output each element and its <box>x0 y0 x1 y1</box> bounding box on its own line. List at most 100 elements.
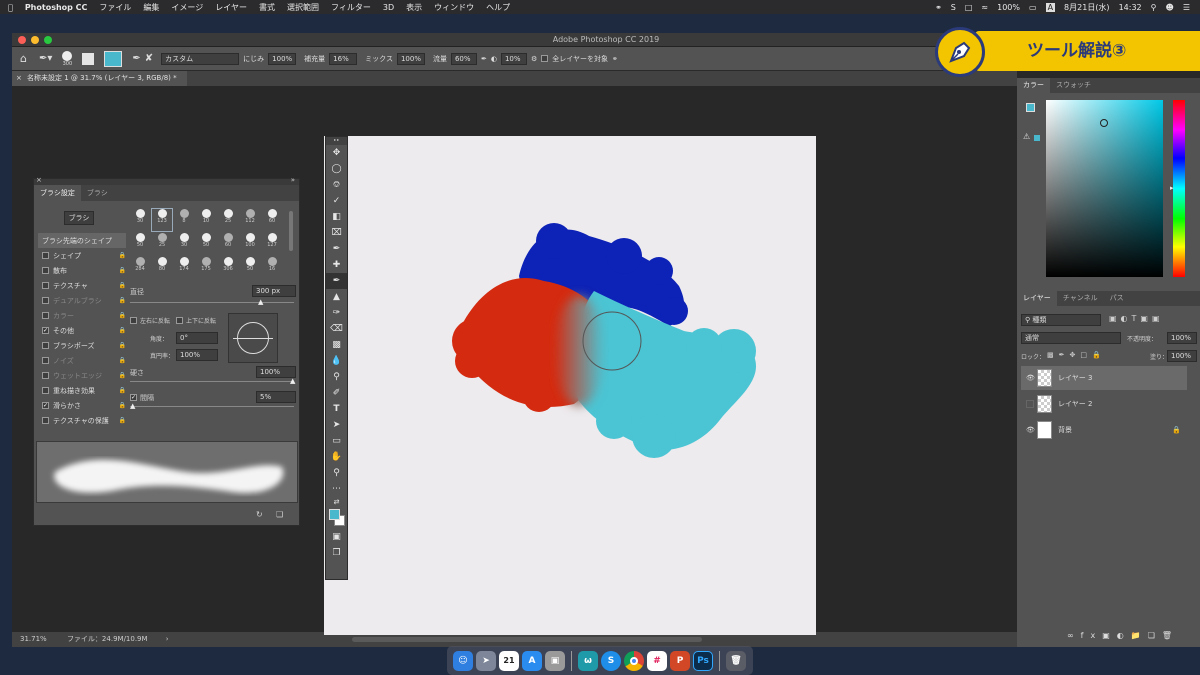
mixer-brush-tool-icon[interactable]: ✒ <box>326 273 347 289</box>
lasso-tool-icon[interactable]: ⎊ <box>326 177 347 193</box>
close-tab-icon[interactable]: × <box>16 71 22 86</box>
menu-filter[interactable]: フィルター <box>331 2 371 13</box>
blur-tool-icon[interactable]: 💧 <box>326 353 347 369</box>
mixer-preset-select[interactable]: カスタム <box>161 52 240 65</box>
close-panel-icon[interactable]: × <box>36 176 42 184</box>
link-layers-icon[interactable]: ∞ <box>1067 631 1081 640</box>
creative-cloud-icon[interactable]: ⚭ <box>935 3 942 12</box>
angle-roundness-widget[interactable] <box>228 313 278 363</box>
menu-view[interactable]: 表示 <box>406 2 422 13</box>
current-load-swatch[interactable] <box>104 50 123 67</box>
layer-name[interactable]: 背景 <box>1058 425 1072 435</box>
toggle-hard-preview-icon[interactable]: ↻ <box>256 510 263 519</box>
spacing-checkbox[interactable]: ✓ <box>130 394 137 401</box>
lock-icon[interactable]: 🔒 <box>119 417 126 424</box>
brush-tip-preset[interactable]: 284 <box>130 257 150 279</box>
pressure-icon[interactable]: ⚭ <box>612 55 618 63</box>
opacity-field[interactable]: 100% <box>1167 332 1197 344</box>
horizontal-scrollbar[interactable] <box>352 637 702 642</box>
layer-row-background[interactable]: 👁 背景 🔒 <box>1021 418 1187 442</box>
home-icon[interactable]: ⌂ <box>20 52 27 65</box>
powerpoint-icon[interactable]: P <box>670 650 690 671</box>
brush-tip-preset[interactable]: 175 <box>196 257 216 279</box>
brush-tip-preset[interactable]: 123 <box>151 208 173 232</box>
visibility-toggle-off[interactable] <box>1026 400 1034 408</box>
brush-tip-preset[interactable]: 16 <box>262 257 282 279</box>
toolbar-header[interactable]: ‣‣ <box>326 137 347 145</box>
menubar-time[interactable]: 14:32 <box>1119 3 1142 12</box>
size-slider-handle[interactable]: ▲ <box>258 298 263 306</box>
brush-tip-preset[interactable]: 306 <box>218 257 238 279</box>
lock-icon[interactable]: 🔒 <box>119 402 126 409</box>
layer-filter-select[interactable]: ⚲ 種類 <box>1021 314 1101 326</box>
hand-tool-icon[interactable]: ✋ <box>326 449 347 465</box>
skype-status-icon[interactable]: S <box>951 3 956 12</box>
checkbox-checked[interactable]: ✓ <box>42 327 49 334</box>
collapse-panel-icon[interactable]: » <box>291 176 295 184</box>
tab-swatches[interactable]: スウォッチ <box>1050 78 1097 93</box>
brush-tip-preset[interactable]: 50 <box>196 233 216 255</box>
notification-center-icon[interactable]: ☰ <box>1183 3 1190 12</box>
hardness-slider[interactable] <box>130 381 294 382</box>
tab-paths[interactable]: パス <box>1104 291 1130 306</box>
dodge-tool-icon[interactable]: ⚲ <box>326 369 347 385</box>
hue-slider-handle[interactable]: ▸ <box>1170 184 1174 192</box>
menu-type[interactable]: 書式 <box>259 2 275 13</box>
pen-tool-icon[interactable]: ✐ <box>326 385 347 401</box>
size-field[interactable]: 300 px <box>252 285 296 297</box>
document-tab[interactable]: × 名称未設定 1 @ 31.7% (レイヤー 3, RGB/8) * <box>12 71 187 86</box>
flip-y-checkbox[interactable] <box>176 317 183 324</box>
option-build-up[interactable]: 重ね描き効果 🔒 <box>38 383 126 398</box>
spacing-slider[interactable] <box>130 406 294 407</box>
crop-tool-icon[interactable]: ◧ <box>326 209 347 225</box>
lock-icon[interactable]: 🔒 <box>119 327 126 334</box>
lock-icon[interactable]: 🔒 <box>119 312 126 319</box>
menu-edit[interactable]: 編集 <box>143 2 159 13</box>
option-shape-dynamics[interactable]: シェイプ 🔒 <box>38 248 126 263</box>
menu-help[interactable]: ヘルプ <box>486 2 510 13</box>
wet-field[interactable]: 100% <box>268 52 297 65</box>
brush-tip-preset[interactable]: 10 <box>196 209 216 231</box>
spacing-slider-handle[interactable]: ▲ <box>130 402 135 410</box>
menu-file[interactable]: ファイル <box>99 2 131 13</box>
calendar-icon[interactable]: 21 <box>499 650 519 671</box>
visibility-eye-icon[interactable]: 👁 <box>1026 374 1035 382</box>
lock-icon[interactable]: 🔒 <box>119 357 126 364</box>
foreground-color-chip[interactable] <box>329 509 340 520</box>
path-select-tool-icon[interactable]: ➤ <box>326 417 347 433</box>
brush-tip-preset[interactable]: 80 <box>152 257 172 279</box>
smoothing-options-icon[interactable]: ⚙ <box>531 55 537 63</box>
brush-settings-toggle-icon[interactable] <box>82 52 95 65</box>
lock-icon[interactable]: 🔒 <box>119 252 126 259</box>
quick-mask-icon[interactable]: ▣ <box>326 529 347 545</box>
layer-row-layer3[interactable]: 👁 レイヤー 3 <box>1021 366 1187 390</box>
move-tool-icon[interactable]: ✥ <box>326 145 347 161</box>
out-of-gamut-warning-icon[interactable]: ⚠ <box>1023 132 1030 141</box>
close-window-button[interactable] <box>18 36 26 44</box>
option-texture[interactable]: テクスチャ 🔒 <box>38 278 126 293</box>
healing-tool-icon[interactable]: ✚ <box>326 257 347 273</box>
minimize-window-button[interactable] <box>31 36 39 44</box>
rectangle-tool-icon[interactable]: ▭ <box>326 433 347 449</box>
brush-tip-preset[interactable]: 112 <box>240 209 260 231</box>
tab-channels[interactable]: チャンネル <box>1057 291 1104 306</box>
airbrush-icon[interactable]: ✒ <box>481 55 487 63</box>
tab-color[interactable]: カラー <box>1017 78 1050 93</box>
word-icon[interactable]: ω <box>578 650 598 671</box>
fill-field[interactable]: 100% <box>1167 350 1197 362</box>
user-icon[interactable]: ☻ <box>1165 3 1173 12</box>
zoom-tool-icon[interactable]: ⚲ <box>326 465 347 481</box>
checkbox[interactable] <box>42 357 49 364</box>
photoshop-icon[interactable]: Ps <box>693 650 713 671</box>
spacing-field[interactable]: 5% <box>256 391 296 403</box>
checkbox[interactable] <box>42 387 49 394</box>
smoothing-field[interactable]: 10% <box>500 52 527 65</box>
brush-tip-preset[interactable]: 100 <box>240 233 260 255</box>
load-field[interactable]: 16% <box>329 52 358 65</box>
blend-mode-select[interactable]: 通常 <box>1021 332 1121 344</box>
apple-menu-icon[interactable]:  <box>8 3 13 12</box>
lock-icon[interactable]: 🔒 <box>119 372 126 379</box>
eraser-tool-icon[interactable]: ⌫ <box>326 321 347 337</box>
app-menu[interactable]: Photoshop CC <box>25 3 88 12</box>
layer-name[interactable]: レイヤー 3 <box>1058 373 1092 383</box>
